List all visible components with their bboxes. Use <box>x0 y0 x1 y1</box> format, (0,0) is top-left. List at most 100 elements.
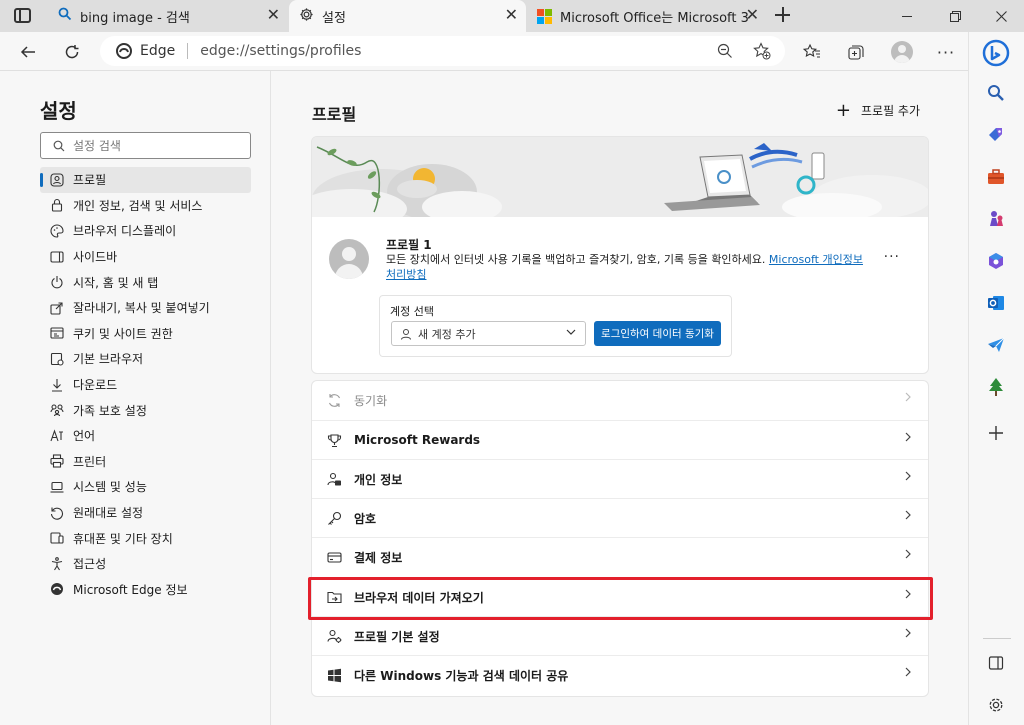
tab-strip: bing image - 검색 ✕ 설정 ✕ Microsoft Office는… <box>0 0 1024 32</box>
close-icon <box>995 10 1007 22</box>
page-title: 프로필 <box>312 105 357 124</box>
search-sidebar-button[interactable] <box>983 80 1009 106</box>
sidebar-item-default-browser[interactable]: 기본 브라우저 <box>40 346 251 372</box>
tree-icon <box>989 378 1003 396</box>
minimize-icon <box>902 15 912 17</box>
tab-microsoft-office[interactable]: Microsoft Office는 Microsoft 365 ✕ <box>527 0 767 32</box>
chevron-right-icon <box>902 509 914 525</box>
bing-chat-button[interactable] <box>981 38 1011 68</box>
row-microsoft-rewards[interactable]: Microsoft Rewards <box>312 420 928 459</box>
collections-button[interactable] <box>842 38 870 66</box>
sidebar-item-label: 다운로드 <box>73 378 118 393</box>
sidebar-item-downloads[interactable]: 다운로드 <box>40 372 251 398</box>
sidebar-item-accessibility[interactable]: 접근성 <box>40 551 251 577</box>
e-tree-button[interactable] <box>983 374 1009 400</box>
sidebar-panel-icon <box>988 656 1004 670</box>
sidebar-item-reset[interactable]: 원래대로 설정 <box>40 500 251 526</box>
sidebar-item-printers[interactable]: 프린터 <box>40 449 251 475</box>
row-payment-info[interactable]: 결제 정보 <box>312 537 928 576</box>
tab-close-icon[interactable]: ✕ <box>267 7 280 23</box>
laptop-icon <box>49 479 65 495</box>
download-icon <box>49 377 65 393</box>
close-window-button[interactable] <box>978 0 1024 32</box>
settings-main: 프로필 + 프로필 추가 프로필 1 모든 장치에서 인터넷 사용 기록을 백업… <box>272 71 968 725</box>
sidebar-item-family[interactable]: 가족 보호 설정 <box>40 397 251 423</box>
restore-button[interactable] <box>932 0 978 32</box>
edge-logo-icon <box>116 43 132 62</box>
hide-sidebar-button[interactable] <box>983 650 1009 676</box>
cookie-icon <box>49 325 65 341</box>
sidebar-item-cookies[interactable]: 쿠키 및 사이트 권한 <box>40 321 251 347</box>
site-name: Edge <box>140 43 176 59</box>
outlook-button[interactable] <box>983 290 1009 316</box>
sidebar-item-system[interactable]: 시스템 및 성능 <box>40 474 251 500</box>
reset-icon <box>49 505 65 521</box>
row-sync[interactable]: 동기화 <box>312 381 928 420</box>
shopping-button[interactable] <box>983 122 1009 148</box>
palette-icon <box>49 223 65 239</box>
row-personal-info[interactable]: 개인 정보 <box>312 459 928 498</box>
sidebar-item-phone-devices[interactable]: 휴대폰 및 기타 장치 <box>40 525 251 551</box>
new-tab-button[interactable] <box>772 4 794 26</box>
profile-banner-illustration <box>312 137 928 229</box>
row-profile-preferences[interactable]: 프로필 기본 설정 <box>312 616 928 655</box>
zoom-icon[interactable] <box>717 43 733 62</box>
profile-button[interactable] <box>888 38 916 66</box>
address-bar[interactable]: Edge edge://settings/profiles <box>100 36 785 66</box>
separator <box>187 43 189 59</box>
microsoft-365-button[interactable] <box>983 248 1009 274</box>
bing-logo-icon <box>982 39 1010 67</box>
tab-close-icon[interactable]: ✕ <box>746 7 759 23</box>
profile-more-button[interactable]: ··· <box>884 249 900 265</box>
sidebar-settings-button[interactable] <box>983 692 1009 718</box>
sidebar-item-languages[interactable]: 언어 <box>40 423 251 449</box>
refresh-button[interactable] <box>58 38 86 66</box>
account-select[interactable]: 새 계정 추가 <box>391 321 586 346</box>
search-icon <box>53 140 65 152</box>
tab-close-icon[interactable]: ✕ <box>505 7 518 23</box>
sidebar-item-privacy[interactable]: 개인 정보, 검색 및 서비스 <box>40 193 251 219</box>
back-button[interactable] <box>14 38 42 66</box>
sidebar-item-share-copy-paste[interactable]: 잘라내기, 복사 및 붙여넣기 <box>40 295 251 321</box>
row-share-windows-data[interactable]: 다른 Windows 기능과 검색 데이터 공유 <box>312 655 928 694</box>
add-profile-label: 프로필 추가 <box>860 104 920 118</box>
tab-actions-icon[interactable] <box>14 8 31 23</box>
sidebar-item-start-home[interactable]: 시작, 홈 및 새 탭 <box>40 269 251 295</box>
settings-search-input[interactable]: 설정 검색 <box>40 132 251 159</box>
chevron-right-icon <box>902 548 914 564</box>
tools-button[interactable] <box>983 164 1009 190</box>
chevron-right-icon <box>902 391 914 407</box>
url-text[interactable]: edge://settings/profiles <box>200 43 361 59</box>
sidebar-item-label: 시스템 및 성능 <box>73 480 147 495</box>
language-icon <box>49 428 65 444</box>
tab-bing-search[interactable]: bing image - 검색 ✕ <box>48 0 288 32</box>
sign-in-sync-button[interactable]: 로그인하여 데이터 동기화 <box>594 321 721 346</box>
sidebar-item-profiles[interactable]: 프로필 <box>40 167 251 193</box>
plus-icon <box>989 426 1003 440</box>
sidebar-item-about-edge[interactable]: Microsoft Edge 정보 <box>40 577 251 603</box>
edge-sidebar <box>968 32 1024 725</box>
sidebar-item-label: Microsoft Edge 정보 <box>73 582 188 597</box>
chess-piece-icon <box>990 211 1003 226</box>
back-arrow-icon <box>20 46 35 58</box>
tab-title: bing image - 검색 <box>80 10 190 26</box>
drop-button[interactable] <box>983 332 1009 358</box>
sidebar-item-sidebar[interactable]: 사이드바 <box>40 244 251 270</box>
favorites-button[interactable] <box>798 38 826 66</box>
more-menu-button[interactable]: ··· <box>932 38 960 66</box>
sidebar-item-label: 언어 <box>73 429 96 444</box>
personal-info-icon <box>326 471 342 487</box>
row-import-browser-data[interactable]: 브라우저 데이터 가져오기 <box>312 577 928 616</box>
add-sidebar-app-button[interactable] <box>983 420 1009 446</box>
add-favorite-icon[interactable] <box>753 42 771 63</box>
settings-nav: 프로필 개인 정보, 검색 및 서비스 브라우저 디스플레이 사이드바 시작, … <box>40 167 251 602</box>
browser-icon <box>49 351 65 367</box>
sidebar-item-appearance[interactable]: 브라우저 디스플레이 <box>40 218 251 244</box>
minimize-button[interactable] <box>884 0 930 32</box>
row-passwords[interactable]: 암호 <box>312 498 928 537</box>
games-button[interactable] <box>983 206 1009 232</box>
add-profile-button[interactable]: + 프로필 추가 <box>836 101 920 119</box>
chevron-down-icon <box>565 326 577 341</box>
shopping-tag-icon <box>989 128 1002 141</box>
tab-settings[interactable]: 설정 ✕ <box>289 0 526 32</box>
